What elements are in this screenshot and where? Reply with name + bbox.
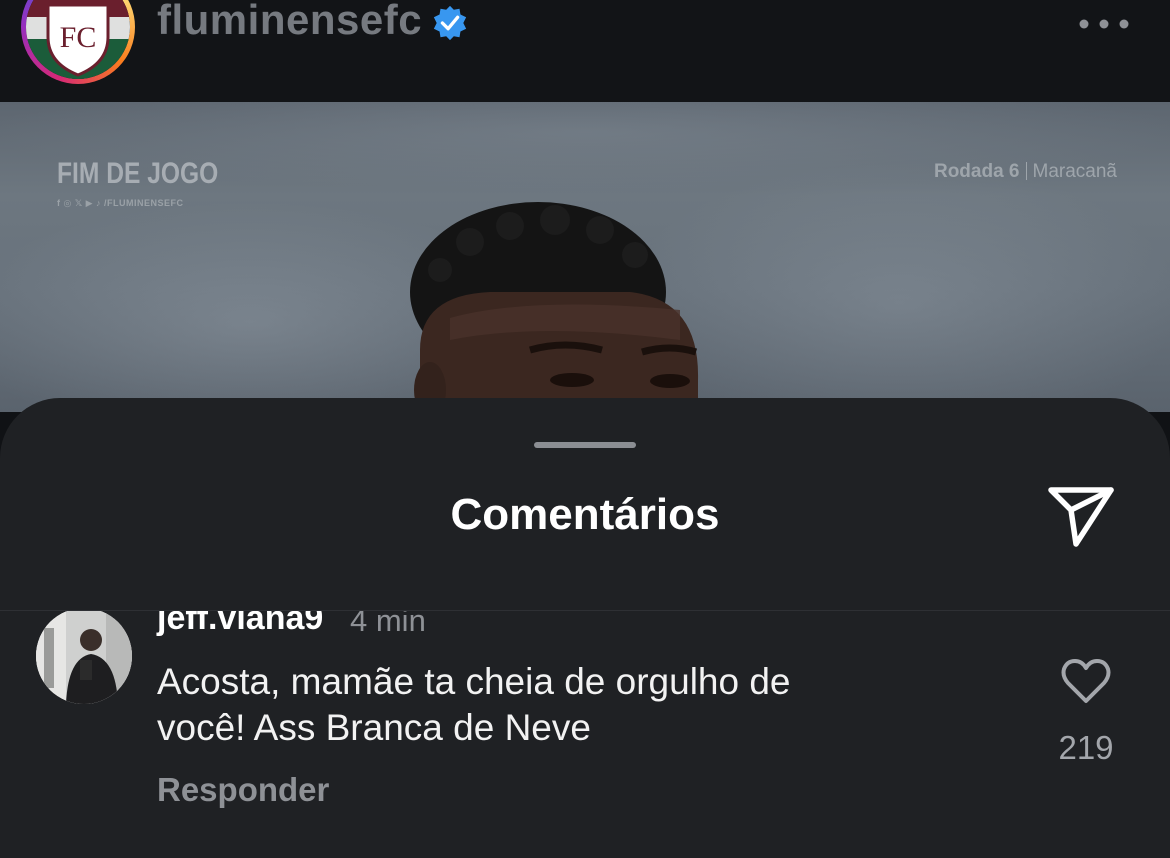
post-header: FC fluminensefc xyxy=(0,0,1170,102)
svg-text:FC: FC xyxy=(60,21,97,54)
player-photo xyxy=(410,202,699,412)
comment-text-line-2: você! Ass Branca de Neve xyxy=(157,707,591,748)
fluminense-crest-logo: FC xyxy=(26,0,130,79)
comments-title: Comentários xyxy=(450,490,720,539)
post-social-handle: f ◎ 𝕏 ▶ ♪ /FLUMINENSEFC xyxy=(57,198,184,208)
post-image[interactable]: FIM DE JOGO f ◎ 𝕏 ▶ ♪ /FLUMINENSEFC Roda… xyxy=(0,102,1170,412)
round-label: Rodada 6 xyxy=(933,161,1020,182)
profile-avatar[interactable]: FC xyxy=(21,0,135,84)
more-horizontal-icon[interactable] xyxy=(1078,18,1130,30)
comment-text: Acosta, mamãe ta cheia de orgulho de voc… xyxy=(157,659,957,751)
verified-badge-icon xyxy=(433,5,467,41)
comment-timestamp: 4 min xyxy=(350,611,426,638)
post-match-info: Rodada 6 Maracanã xyxy=(934,161,1117,183)
reply-button[interactable]: Responder xyxy=(157,771,329,809)
comment-list: jeff.viana9 4 min Acosta, mamãe ta cheia… xyxy=(0,611,1170,851)
sheet-drag-handle[interactable] xyxy=(534,442,636,448)
commenter-avatar[interactable] xyxy=(36,611,132,704)
post-graphic-title: FIM DE JOGO xyxy=(57,157,219,190)
comments-sheet: Comentários jeff.viana9 4 min Acosta, ma… xyxy=(0,398,1170,858)
send-icon[interactable] xyxy=(1046,482,1116,548)
comment-text-line-1: Acosta, mamãe ta cheia de orgulho de xyxy=(157,661,791,702)
like-count: 219 xyxy=(1058,729,1114,766)
profile-username[interactable]: fluminensefc xyxy=(157,0,422,44)
venue-label: Maracanã xyxy=(1032,161,1118,182)
info-divider xyxy=(1025,162,1027,180)
commenter-username[interactable]: jeff.viana9 xyxy=(157,611,323,638)
heart-outline-icon[interactable] xyxy=(1060,657,1112,705)
